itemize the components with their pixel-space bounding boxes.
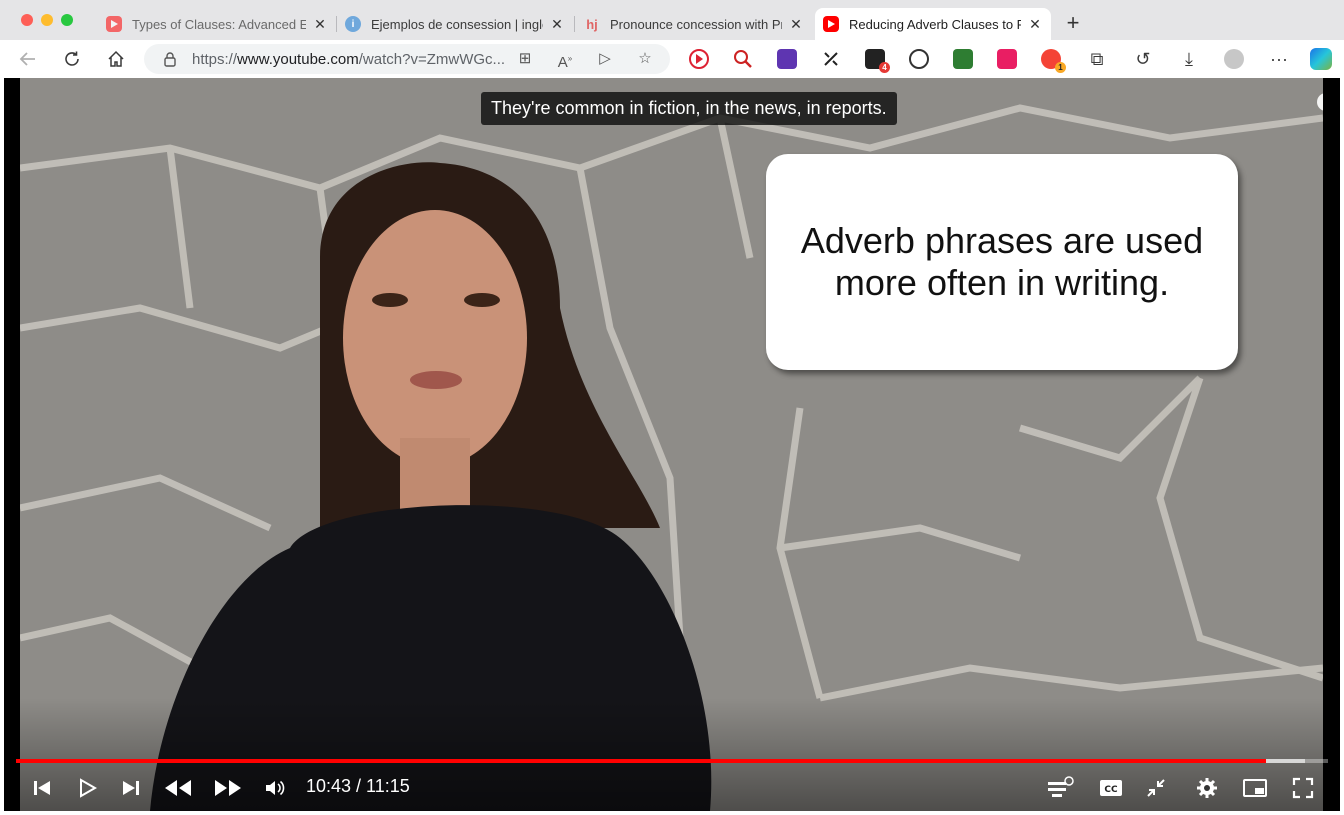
bubble-line-2: more often in writing. <box>834 262 1170 303</box>
video-player[interactable]: They're common in fiction, in the news, … <box>4 78 1340 811</box>
rewind-button[interactable] <box>162 772 194 804</box>
previous-button[interactable] <box>26 772 58 804</box>
volume-icon <box>266 780 285 796</box>
copilot-icon <box>1310 48 1332 70</box>
home-icon <box>108 50 124 67</box>
avatar <box>1224 49 1244 69</box>
ellipsis-icon: ··· <box>1270 48 1288 69</box>
fullscreen-button[interactable] <box>1287 772 1319 804</box>
address-bar[interactable]: https://www.youtube.com/watch?v=ZmwWGc..… <box>144 44 670 74</box>
subtitles-button[interactable]: CC <box>1095 772 1127 804</box>
collapse-arrows-icon <box>1147 779 1165 797</box>
copilot-button[interactable] <box>1309 47 1333 71</box>
search-lens-extension-icon[interactable] <box>733 49 753 69</box>
play-icon <box>80 778 97 798</box>
fast-forward-icon <box>215 780 241 796</box>
skip-next-icon <box>123 781 139 795</box>
progress-buffered <box>1265 759 1306 763</box>
video-speed-extension-icon[interactable] <box>689 49 709 69</box>
history-button[interactable]: ↺ <box>1131 47 1155 71</box>
browser-window: Types of Clauses: Advanced English ✕ i E… <box>0 0 1344 815</box>
new-tab-button[interactable]: + <box>1062 12 1084 34</box>
extension-badge: 4 <box>879 62 890 73</box>
tab-separator <box>574 16 575 32</box>
tabs-extension-icon[interactable]: 4 <box>865 49 890 73</box>
screen-recorder-extension-icon[interactable] <box>909 49 929 69</box>
history-icon: ↺ <box>1135 48 1151 69</box>
profile-button[interactable] <box>1222 47 1246 71</box>
zoom-window-button[interactable] <box>61 14 73 26</box>
extension-badge: 1 <box>1055 62 1066 73</box>
progress-bar[interactable] <box>16 759 1328 763</box>
bubble-line-1: Adverb phrases are used <box>800 220 1204 261</box>
info-icon: i <box>345 16 361 32</box>
video-enhance-icon[interactable]: ▷ <box>596 50 614 68</box>
autoplay-toggle[interactable] <box>1044 772 1076 804</box>
gear-icon <box>1197 778 1217 798</box>
lock-icon[interactable] <box>162 51 178 67</box>
url-path: /watch?v=ZmwWGc... <box>358 51 506 68</box>
svg-text:CC: CC <box>1104 785 1118 795</box>
arrow-left-icon <box>19 52 35 66</box>
fast-forward-button[interactable] <box>212 772 244 804</box>
tab-title: Ejemplos de consession | inglés <box>371 16 543 32</box>
reload-button[interactable] <box>60 47 84 71</box>
home-button[interactable] <box>104 47 128 71</box>
minimize-window-button[interactable] <box>41 14 53 26</box>
url-scheme: https:// <box>192 51 238 68</box>
miniplayer-button[interactable] <box>1239 772 1271 804</box>
settings-button[interactable] <box>1191 772 1223 804</box>
play-button[interactable] <box>71 772 103 804</box>
tab-title: Types of Clauses: Advanced English <box>132 16 306 32</box>
tab-close-icon[interactable]: ✕ <box>549 16 565 32</box>
progress-played <box>16 759 1266 763</box>
downloads-button[interactable]: ⤓ <box>1177 47 1201 71</box>
back-button[interactable] <box>16 47 40 71</box>
navigation-toolbar: https://www.youtube.com/watch?v=ZmwWGc..… <box>0 40 1344 78</box>
record-extension-icon[interactable]: 1 <box>1041 49 1066 73</box>
favorite-star-icon[interactable]: ☆ <box>636 50 654 68</box>
tab-title: Reducing Adverb Clauses to Phrases <box>849 16 1021 32</box>
miniplayer-icon <box>1243 779 1267 797</box>
url-text: https://www.youtube.com/watch?v=ZmwWGc..… <box>192 51 505 68</box>
tab-strip: Types of Clauses: Advanced English ✕ i E… <box>0 0 1344 44</box>
tab-pronounce-concession[interactable]: hj Pronounce concession with Pr ✕ <box>576 8 812 40</box>
caption-text: They're common in fiction, in the news, … <box>481 92 897 125</box>
fullscreen-icon <box>1292 777 1314 799</box>
speech-bubble: Adverb phrases are used more often in wr… <box>766 154 1238 370</box>
autoplay-icon <box>1048 776 1074 797</box>
tab-reducing-adverb-clauses[interactable]: Reducing Adverb Clauses to Phrases ✕ <box>815 8 1051 40</box>
tab-close-icon[interactable]: ✕ <box>788 16 804 32</box>
rewind-icon <box>165 780 191 796</box>
writing-extension-icon[interactable] <box>777 49 797 69</box>
time-display: 10:43 / 11:15 <box>306 776 410 796</box>
trello-extension-icon[interactable] <box>997 49 1017 69</box>
miniplayer-collapse-button[interactable] <box>1140 772 1172 804</box>
tab-close-icon[interactable]: ✕ <box>1027 16 1043 32</box>
skip-previous-icon <box>34 781 50 795</box>
youtube-icon <box>823 16 839 32</box>
reload-icon <box>65 51 79 66</box>
download-extension-icon[interactable] <box>953 49 973 69</box>
read-aloud-icon[interactable]: A» <box>556 50 574 71</box>
url-host: www.youtube.com <box>237 51 359 68</box>
tab-types-of-clauses[interactable]: Types of Clauses: Advanced English ✕ <box>98 8 336 40</box>
app-available-icon[interactable]: ⊞ <box>516 50 534 68</box>
bubble-text: Adverb phrases are used more often in wr… <box>801 220 1203 304</box>
youtube-icon <box>106 16 122 32</box>
next-button[interactable] <box>115 772 147 804</box>
tab-close-icon[interactable]: ✕ <box>312 16 328 32</box>
tab-ejemplos[interactable]: i Ejemplos de consession | inglés ✕ <box>337 8 573 40</box>
more-menu-button[interactable]: ··· <box>1267 47 1291 71</box>
volume-button[interactable] <box>259 772 291 804</box>
download-icon: ⤓ <box>1185 48 1193 69</box>
youglish-icon: hj <box>586 16 598 32</box>
close-window-button[interactable] <box>21 14 33 26</box>
crop-tool-extension-icon[interactable] <box>821 49 841 69</box>
closed-captions-icon: CC <box>1100 780 1122 796</box>
tab-title: Pronounce concession with Pr <box>610 16 782 32</box>
extensions-puzzle-button[interactable]: ⧉ <box>1085 47 1109 71</box>
puzzle-icon: ⧉ <box>1090 48 1104 69</box>
